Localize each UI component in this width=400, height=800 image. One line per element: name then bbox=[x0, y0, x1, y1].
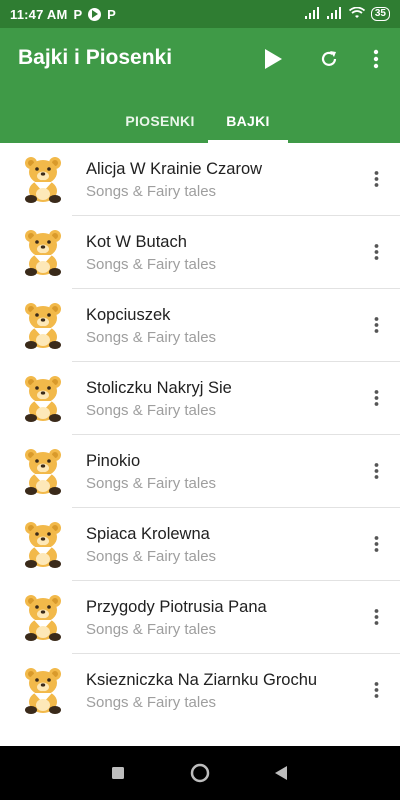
teddy-bear-icon bbox=[25, 157, 61, 203]
list-item-subtitle: Songs & Fairy tales bbox=[86, 548, 217, 565]
list-item-title: Ksiezniczka Na Ziarnku Grochu bbox=[86, 671, 318, 689]
list-item-subtitle: Songs & Fairy tales bbox=[86, 694, 217, 711]
teddy-bear-icon bbox=[25, 595, 61, 641]
more-vert-icon bbox=[374, 244, 378, 260]
list-item[interactable]: Przygody Piotrusia Pana Songs & Fairy ta… bbox=[0, 581, 400, 654]
status-left: 11:47 AM P P bbox=[10, 7, 116, 22]
list-item-subtitle: Songs & Fairy tales bbox=[86, 621, 217, 638]
list-item-title: Przygody Piotrusia Pana bbox=[86, 598, 267, 616]
wifi-icon bbox=[348, 6, 365, 22]
back-triangle-icon bbox=[275, 766, 287, 780]
p-app-icon: P bbox=[73, 6, 83, 22]
teddy-bear-icon bbox=[25, 230, 61, 276]
tab-bar: PIOSENKI BAJKI bbox=[0, 98, 400, 143]
item-more-button[interactable] bbox=[364, 239, 388, 265]
more-vert-icon bbox=[374, 536, 378, 552]
overflow-menu-button[interactable] bbox=[361, 44, 391, 74]
app-title: Bajki i Piosenki bbox=[18, 46, 173, 69]
list-item-subtitle: Songs & Fairy tales bbox=[86, 329, 217, 346]
more-vert-icon bbox=[374, 682, 378, 698]
refresh-icon bbox=[321, 51, 337, 66]
more-vert-icon bbox=[374, 171, 378, 187]
tab-piosenki[interactable]: PIOSENKI bbox=[110, 98, 210, 143]
list-item-texts: Przygody Piotrusia Pana Songs & Fairy ta… bbox=[86, 597, 350, 640]
signal-icon bbox=[326, 6, 343, 22]
list-item-subtitle: Songs & Fairy tales bbox=[86, 183, 217, 200]
list-item-title: Alicja W Krainie Czarow bbox=[86, 160, 263, 178]
system-nav-bar bbox=[0, 746, 400, 800]
list-item[interactable]: Alicja W Krainie Czarow Songs & Fairy ta… bbox=[0, 143, 400, 216]
list-item[interactable]: Kot W Butach Songs & Fairy tales bbox=[0, 216, 400, 289]
play-button[interactable] bbox=[258, 44, 288, 74]
item-more-button[interactable] bbox=[364, 458, 388, 484]
square-icon bbox=[112, 767, 124, 779]
list-item-texts: Pinokio Songs & Fairy tales bbox=[86, 451, 350, 494]
list-item-title: Kopciuszek bbox=[86, 306, 171, 324]
list-item-title: Spiaca Krolewna bbox=[86, 525, 210, 543]
teddy-bear-icon bbox=[25, 303, 61, 349]
refresh-button[interactable] bbox=[314, 44, 344, 74]
list-item[interactable]: Kopciuszek Songs & Fairy tales bbox=[0, 289, 400, 362]
list-item-subtitle: Songs & Fairy tales bbox=[86, 475, 217, 492]
list-item-texts: Alicja W Krainie Czarow Songs & Fairy ta… bbox=[86, 159, 350, 202]
p-app-icon: P bbox=[107, 6, 116, 22]
teddy-bear-icon bbox=[25, 668, 61, 714]
list-item-title: Pinokio bbox=[86, 452, 141, 470]
status-time: 11:47 AM bbox=[10, 6, 68, 22]
teddy-bear-icon bbox=[25, 376, 61, 422]
circle-icon bbox=[190, 763, 210, 783]
tab-bajki[interactable]: BAJKI bbox=[208, 98, 288, 143]
list-item-subtitle: Songs & Fairy tales bbox=[86, 256, 217, 273]
status-bar: 11:47 AM P P 35 bbox=[0, 0, 400, 28]
list-item-texts: Kot W Butach Songs & Fairy tales bbox=[86, 232, 350, 275]
item-more-button[interactable] bbox=[364, 385, 388, 411]
more-vert-icon bbox=[373, 49, 379, 69]
item-more-button[interactable] bbox=[364, 531, 388, 557]
story-list: Alicja W Krainie Czarow Songs & Fairy ta… bbox=[0, 143, 400, 727]
item-more-button[interactable] bbox=[364, 677, 388, 703]
item-more-button[interactable] bbox=[364, 312, 388, 338]
back-button[interactable] bbox=[268, 760, 294, 786]
more-vert-icon bbox=[374, 317, 378, 333]
list-item-title: Kot W Butach bbox=[86, 233, 187, 251]
item-more-button[interactable] bbox=[364, 604, 388, 630]
item-more-button[interactable] bbox=[364, 166, 388, 192]
list-item[interactable]: Spiaca Krolewna Songs & Fairy tales bbox=[0, 508, 400, 581]
list-item-title: Stoliczku Nakryj Sie bbox=[86, 379, 232, 397]
play-app-icon bbox=[88, 7, 102, 21]
recents-button[interactable] bbox=[105, 760, 131, 786]
status-right: 35 bbox=[304, 6, 390, 22]
more-vert-icon bbox=[374, 390, 378, 406]
more-vert-icon bbox=[374, 609, 378, 625]
list-item[interactable]: Ksiezniczka Na Ziarnku Grochu Songs & Fa… bbox=[0, 654, 400, 727]
teddy-bear-icon bbox=[25, 522, 61, 568]
list-item-subtitle: Songs & Fairy tales bbox=[86, 402, 217, 419]
list-item-texts: Stoliczku Nakryj Sie Songs & Fairy tales bbox=[86, 378, 350, 421]
play-icon bbox=[265, 49, 282, 69]
list-item[interactable]: Stoliczku Nakryj Sie Songs & Fairy tales bbox=[0, 362, 400, 435]
more-vert-icon bbox=[374, 463, 378, 479]
app-bar: Bajki i Piosenki PIOSENKI BAJKI bbox=[0, 28, 400, 143]
home-button[interactable] bbox=[187, 760, 213, 786]
battery-icon: 35 bbox=[370, 7, 390, 21]
list-item-texts: Ksiezniczka Na Ziarnku Grochu Songs & Fa… bbox=[86, 670, 350, 713]
teddy-bear-icon bbox=[25, 449, 61, 495]
list-item[interactable]: Pinokio Songs & Fairy tales bbox=[0, 435, 400, 508]
signal-icon bbox=[304, 6, 321, 22]
list-item-texts: Kopciuszek Songs & Fairy tales bbox=[86, 305, 350, 348]
list-item-texts: Spiaca Krolewna Songs & Fairy tales bbox=[86, 524, 350, 567]
